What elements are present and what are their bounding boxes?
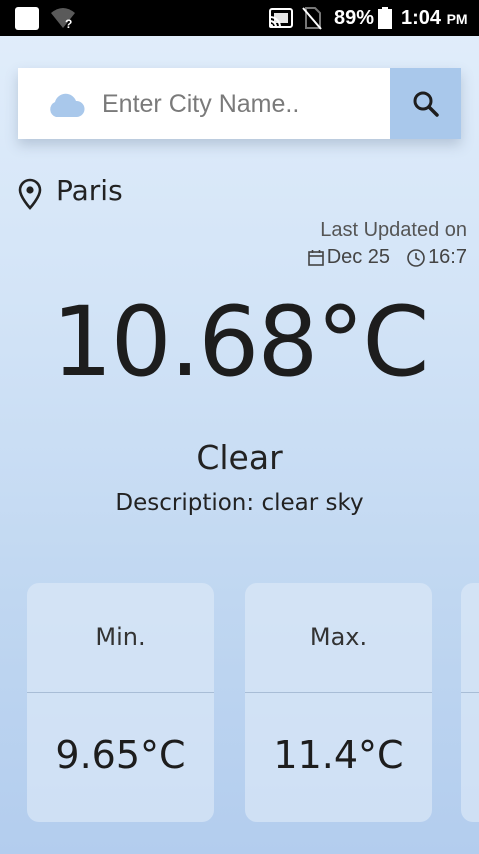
card-divider (245, 692, 432, 693)
svg-text:?: ? (65, 17, 72, 30)
city-name: Paris (56, 174, 123, 207)
last-updated-row: Dec 25 16:7 (307, 246, 467, 269)
max-temp-card: Max. 11.4°C (245, 583, 432, 822)
clock-icon (407, 248, 425, 267)
min-temp-card: Min. 9.65°C (27, 583, 214, 822)
calendar-icon (307, 249, 324, 266)
weather-condition: Clear (196, 438, 283, 477)
app-notification-icon (15, 7, 39, 30)
status-bar: ? 89% 1:04 PM (0, 0, 479, 36)
search-bar (18, 68, 461, 139)
current-temperature: 10.68°C (51, 286, 430, 398)
card-divider (461, 692, 479, 693)
wifi-unknown-icon: ? (51, 8, 75, 30)
card-label: Min. (95, 623, 146, 651)
last-updated-label: Last Updated on (320, 219, 467, 241)
location-pin-icon (18, 178, 42, 210)
card-divider (27, 692, 214, 693)
clock-time: 1:04 PM (401, 7, 468, 29)
battery-percent: 89% (334, 7, 375, 29)
card-value: 11.4°C (273, 733, 404, 777)
battery-icon (378, 7, 392, 29)
city-search-input[interactable] (102, 86, 392, 122)
weather-description: Description: clear sky (115, 490, 364, 516)
cloud-icon (50, 93, 85, 117)
last-updated-time: 16:7 (428, 246, 467, 268)
next-card-peek[interactable] (461, 583, 479, 822)
card-label: Max. (309, 623, 368, 651)
cast-icon (269, 8, 293, 28)
no-sim-icon (302, 7, 322, 30)
search-icon (413, 91, 439, 117)
search-button[interactable] (390, 68, 461, 139)
last-updated-date: Dec 25 (326, 246, 391, 268)
card-value: 9.65°C (55, 733, 186, 777)
